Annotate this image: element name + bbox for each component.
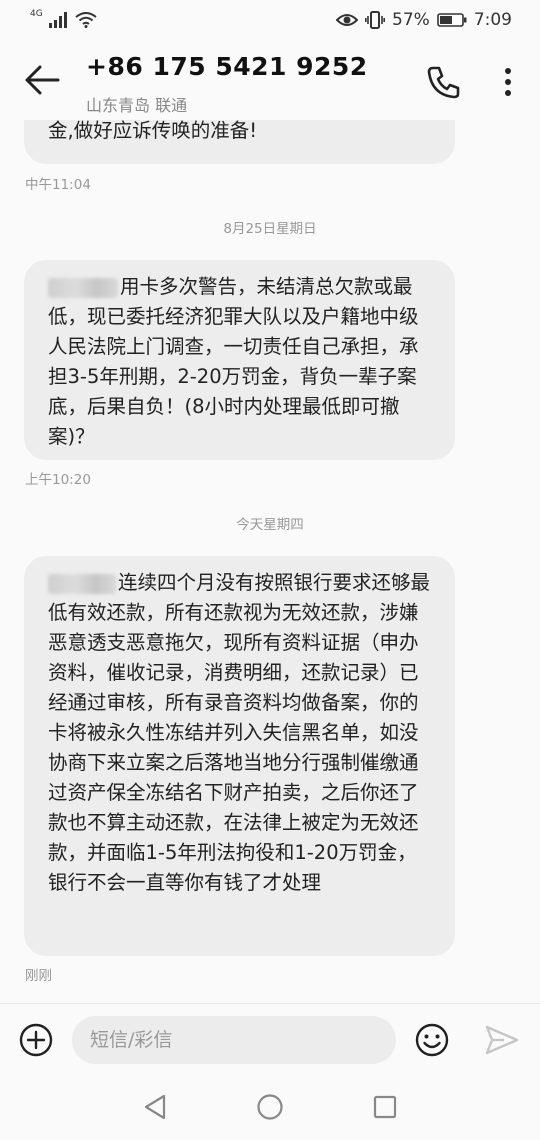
- sms-conversation-screen: 4G 57% 7:09 +86 175 5421 9252 山东青岛 联通 金,…: [0, 0, 540, 1140]
- vibrate-icon: [365, 11, 386, 29]
- clock-time: 7:09: [473, 10, 512, 30]
- signal-icon: [48, 12, 67, 28]
- message-bubble[interactable]: 金,做好应诉传唤的准备!: [24, 120, 455, 164]
- message-time: 刚刚: [25, 968, 52, 984]
- phone-icon[interactable]: [424, 62, 464, 102]
- message-bubble[interactable]: 用卡多次警告，未结清总欠款或最低，现已委托经济犯罪大队以及户籍地中级人民法院上门…: [24, 260, 455, 460]
- message-text-wrap: 用卡多次警告，未结清总欠款或最低，现已委托经济犯罪大队以及户籍地中级人民法院上门…: [48, 272, 433, 452]
- network-type-label: 4G: [30, 9, 43, 19]
- date-separator: 8月25日星期日: [223, 221, 317, 237]
- redacted-text: [48, 573, 116, 594]
- message-text: 金,做好应诉传唤的准备!: [48, 120, 258, 142]
- status-right: 57% 7:09: [336, 10, 512, 30]
- contact-number: +86 175 5421 9252: [86, 52, 368, 81]
- wifi-icon: [75, 12, 97, 28]
- system-nav-bar: [0, 1075, 540, 1140]
- contact-location: 山东青岛 联通: [86, 96, 188, 115]
- battery-percent: 57%: [392, 10, 430, 30]
- eye-comfort-icon: [336, 14, 359, 26]
- status-bar: 4G 57% 7:09: [0, 0, 540, 44]
- plus-circle-icon[interactable]: [18, 1022, 54, 1058]
- message-text-wrap: 连续四个月没有按照银行要求还够最低有效还款，所有还款视为无效还款，涉嫌恶意透支恶…: [48, 568, 433, 898]
- message-input[interactable]: [72, 1016, 396, 1064]
- compose-bar: [0, 1003, 540, 1076]
- conversation-header: +86 175 5421 9252 山东青岛 联通: [0, 44, 540, 120]
- nav-back-triangle-icon[interactable]: [142, 1093, 168, 1121]
- send-icon[interactable]: [484, 1024, 520, 1056]
- message-text: 用卡多次警告，未结清总欠款或最低，现已委托经济犯罪大队以及户籍地中级人民法院上门…: [48, 275, 419, 448]
- smiley-icon[interactable]: [414, 1022, 450, 1058]
- battery-icon: [437, 13, 467, 27]
- message-bubble[interactable]: 连续四个月没有按照银行要求还够最低有效还款，所有还款视为无效还款，涉嫌恶意透支恶…: [24, 556, 455, 956]
- nav-home-circle-icon[interactable]: [256, 1093, 284, 1121]
- message-time: 上午10:20: [25, 472, 91, 488]
- redacted-text: [48, 277, 118, 298]
- message-text: 连续四个月没有按照银行要求还够最低有效还款，所有还款视为无效还款，涉嫌恶意透支恶…: [48, 571, 431, 894]
- nav-recent-square-icon[interactable]: [372, 1094, 398, 1120]
- message-list[interactable]: 金,做好应诉传唤的准备! 中午11:04 8月25日星期日 用卡多次警告，未结清…: [0, 120, 540, 1003]
- back-arrow-icon[interactable]: [22, 60, 62, 100]
- date-separator: 今天星期四: [236, 517, 304, 533]
- more-vertical-icon[interactable]: [494, 62, 522, 102]
- message-time: 中午11:04: [25, 177, 91, 193]
- status-left: 4G: [30, 9, 97, 28]
